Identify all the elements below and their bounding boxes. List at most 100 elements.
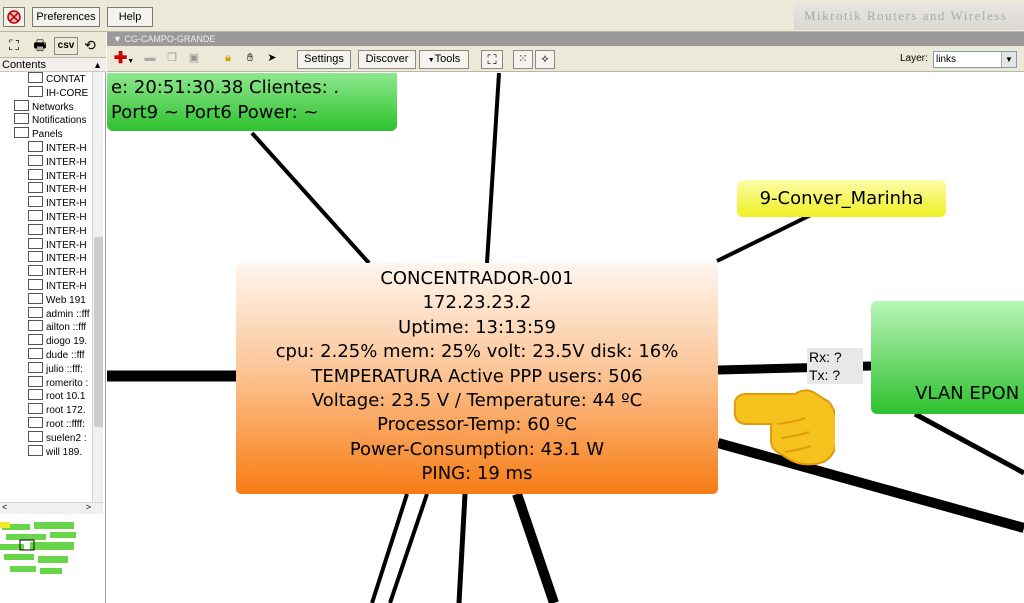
tree-item-label: root 10.1 [46, 391, 86, 403]
tree-item-label: INTER-H [46, 267, 87, 279]
panel-icon [28, 306, 43, 318]
help-menu[interactable]: Help [107, 7, 153, 27]
tree-item[interactable]: ailton ::fff [28, 320, 86, 334]
device-node-clientes[interactable]: e: 20:51:30.38 Clientes: . Port9 ~ Port6… [107, 73, 397, 131]
tools-dropdown[interactable]: ▼Tools [419, 50, 469, 69]
print-icon[interactable]: 🖶 [30, 35, 50, 55]
scroll-left-icon[interactable]: < [2, 502, 7, 512]
tree-item-label: dude ::fff [46, 350, 85, 361]
tree-item[interactable]: will 189. [28, 444, 82, 459]
tree-item[interactable]: julio ::fff: [28, 361, 83, 376]
horizontal-scrollbar[interactable]: < > [0, 502, 103, 514]
settings-button[interactable]: Settings [297, 50, 351, 69]
discover-button[interactable]: Discover [358, 50, 416, 69]
tree-item[interactable]: CONTAT [28, 72, 86, 86]
auto-layout-icon[interactable]: ⟡ [535, 50, 555, 69]
arrange-icon[interactable]: ⁙ [513, 50, 533, 69]
device-power: Power-Consumption: 43.1 W [349, 438, 605, 460]
tree-item[interactable]: diogo 19. [28, 334, 87, 348]
tree-item[interactable]: INTER-H [28, 168, 87, 183]
panel-icon [28, 168, 43, 180]
tree-item[interactable]: ⊟Panels [14, 127, 63, 141]
disconnect-button[interactable] [3, 7, 25, 27]
tree-item[interactable]: Web 191 [28, 292, 86, 307]
panel-icon [28, 154, 43, 166]
csv-export-button[interactable]: csv [54, 37, 78, 55]
tree-item[interactable]: INTER-H [28, 237, 87, 252]
panel-icon [28, 237, 43, 249]
collapse-icon[interactable]: ▼ [113, 34, 124, 44]
app-brand-title: Mikrotik Routers and Wireless [794, 2, 1024, 30]
panel-icon [28, 430, 43, 442]
tree-item[interactable]: root ::ffff: [28, 417, 85, 431]
device-node-vlan-epon[interactable]: 19 U VLAN EPON Sy [871, 301, 1024, 414]
panel-icon [28, 141, 43, 152]
tree-item-label: INTER-H [46, 156, 87, 168]
contents-tree: CONTAT IH-CORE Networks Notifications⊟Panel… [0, 72, 92, 502]
device-resources: cpu: 2.25% mem: 25% volt: 23.5V disk: 16… [275, 341, 679, 363]
tree-item[interactable]: INTER-H [28, 154, 87, 169]
layer-value: links [936, 54, 957, 65]
panel-icon [28, 182, 43, 194]
link-line [456, 493, 468, 603]
link-line [512, 492, 559, 603]
panel-icon [28, 279, 43, 290]
tree-item[interactable]: dude ::fff [28, 348, 85, 362]
tree-item-label: INTER-H [46, 239, 87, 251]
tree-item[interactable]: INTER-H [28, 141, 87, 155]
tree-item[interactable]: INTER-H [28, 279, 87, 293]
link-line [388, 493, 429, 603]
vertical-scrollbar[interactable] [92, 72, 103, 502]
scrollbar-thumb[interactable] [94, 237, 103, 427]
hand-tool-icon[interactable]: ✋︎ [241, 50, 259, 69]
tree-item[interactable]: IH-CORE [28, 85, 88, 100]
tree-item-label: Panels [32, 129, 63, 141]
chevron-down-icon[interactable]: ▼ [1001, 52, 1016, 67]
tree-item[interactable]: root 10.1 [28, 389, 85, 403]
pointer-icon[interactable]: ➤ [263, 50, 281, 69]
panel-icon [14, 127, 29, 139]
copy-icon[interactable]: ❐ [163, 50, 181, 69]
find-icon[interactable]: ⛶ [481, 50, 503, 69]
collapse-arrow-icon[interactable]: ▲ [93, 58, 102, 72]
refresh-icon[interactable]: ⟲ [80, 35, 100, 55]
scroll-right-icon[interactable]: > [86, 502, 91, 512]
layer-select[interactable]: links ▼ [933, 51, 1017, 68]
tree-item[interactable]: INTER-H [28, 265, 87, 279]
panel-icon [28, 196, 43, 208]
tree-item[interactable]: INTER-H [28, 251, 87, 265]
find-icon[interactable]: ⛶ [4, 35, 24, 55]
tree-item[interactable]: INTER-H [28, 196, 87, 210]
tree-item[interactable]: INTER-H [28, 210, 87, 224]
tree-item-label: Notifications [32, 115, 87, 127]
link-line [250, 131, 371, 265]
device-node-conver-marinha[interactable]: 9-Conver_Marinha [737, 180, 946, 217]
network-map-canvas[interactable]: e: 20:51:30.38 Clientes: . Port9 ~ Port6… [107, 73, 1024, 603]
tree-item[interactable]: INTER-H [28, 223, 87, 238]
tree-item[interactable]: INTER-H [28, 182, 87, 196]
paste-icon[interactable]: ▣ [185, 50, 203, 69]
link-line [716, 209, 820, 263]
tree-item[interactable]: suelen2 : [28, 430, 87, 445]
tree-item-label: INTER-H [46, 225, 87, 237]
link-line [370, 493, 409, 603]
map-overview-minimap[interactable] [0, 520, 104, 590]
tree-item-label: suelen2 : [46, 432, 87, 444]
preferences-menu[interactable]: Preferences [32, 7, 100, 27]
lock-icon[interactable]: 🔒︎ [219, 50, 237, 69]
tree-item[interactable]: admin ::fff [28, 306, 90, 321]
device-uptime: Uptime: 13:13:59 [398, 316, 556, 338]
panel-icon [28, 320, 43, 332]
panel-icon [14, 113, 29, 125]
device-ppp-users: TEMPERATURA Active PPP users: 506 [311, 365, 643, 387]
remove-icon[interactable]: ▬ [141, 50, 159, 69]
panel-icon [28, 265, 43, 277]
tree-item[interactable]: romerito : [28, 375, 88, 390]
tree-item[interactable]: Notifications [14, 113, 86, 127]
link-line [913, 411, 1024, 476]
device-node-concentrador[interactable]: CONCENTRADOR-001 172.23.23.2 Uptime: 13:… [236, 263, 718, 494]
tree-item[interactable]: Networks [14, 99, 74, 114]
panel-icon [28, 334, 43, 346]
tree-item[interactable]: root 172. [28, 403, 85, 417]
add-icon[interactable]: ✚▼ [111, 50, 137, 69]
